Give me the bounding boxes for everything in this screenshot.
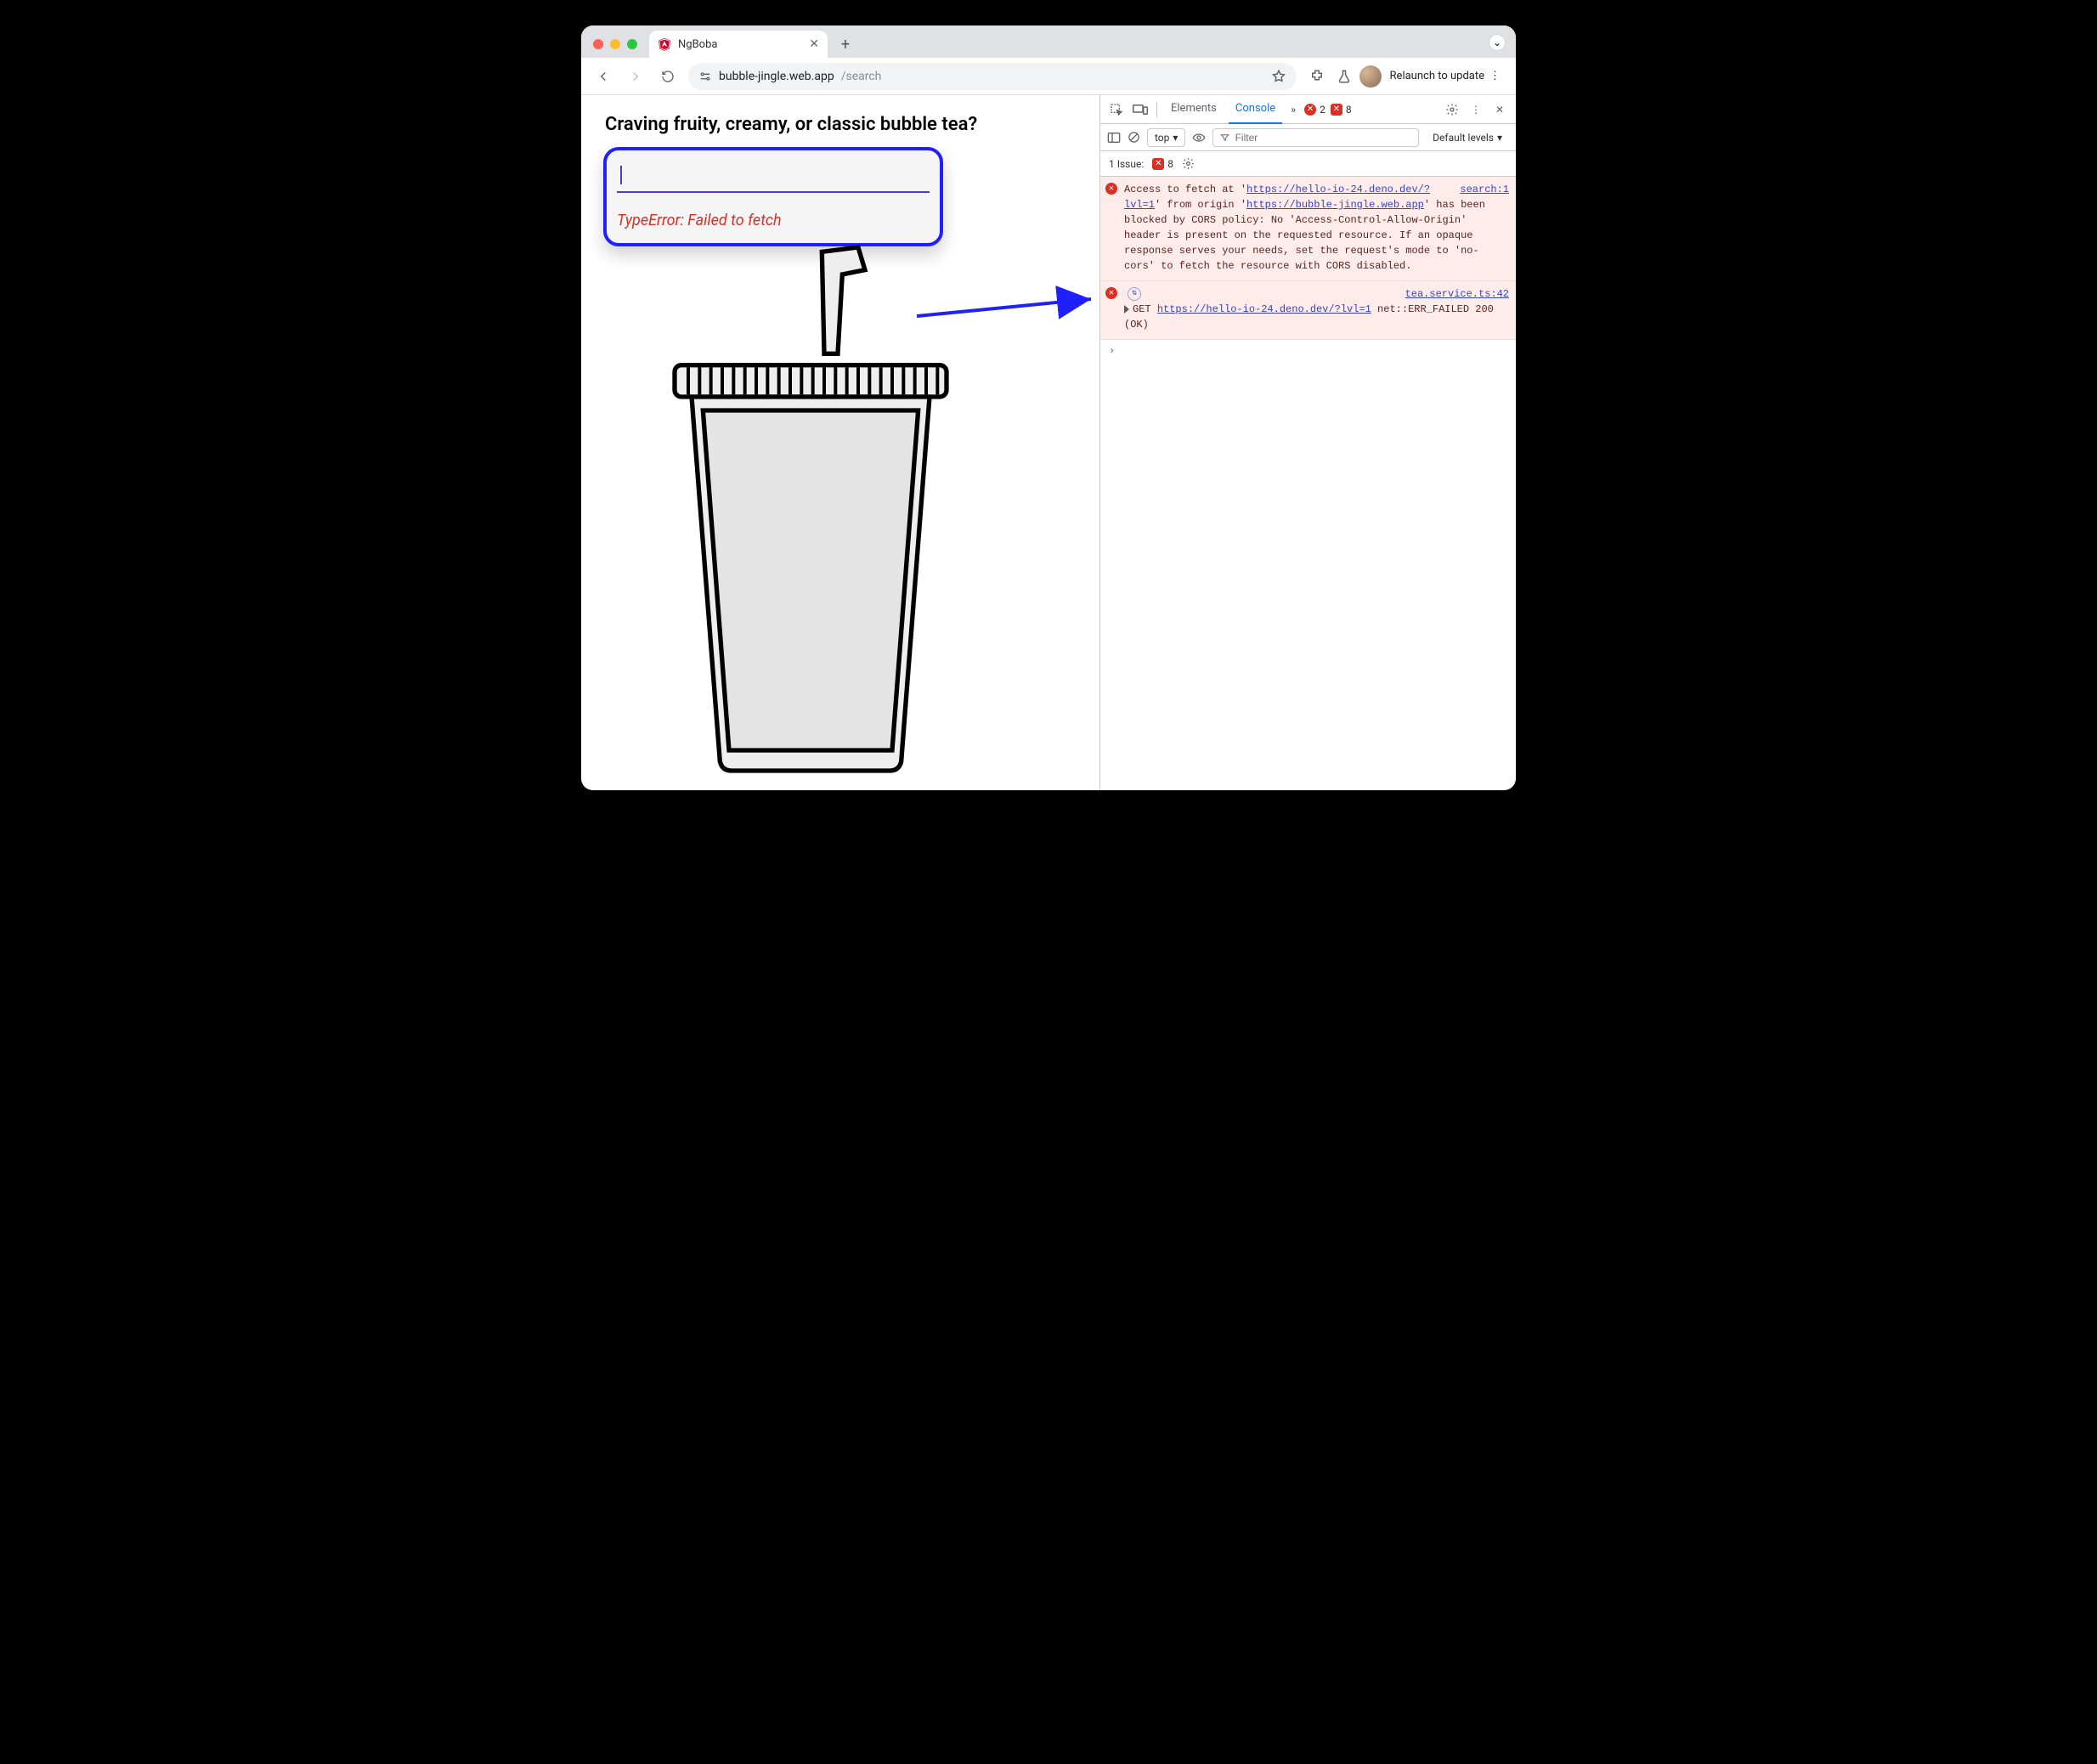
clear-console-icon[interactable]	[1128, 131, 1140, 144]
devtools-kebab-icon[interactable]: ⋮	[1467, 100, 1485, 119]
tab-console[interactable]: Console	[1229, 95, 1282, 124]
console-error-net: ✕ tea.service.ts:42⇅ GET https://hello-i…	[1100, 281, 1516, 340]
address-bar[interactable]: bubble-jingle.web.app/search	[688, 63, 1297, 90]
net-url[interactable]: https://hello-io-24.deno.dev/?lvl=1	[1157, 303, 1371, 315]
boba-cup-illustration	[641, 240, 981, 773]
window-controls	[588, 39, 642, 58]
search-input[interactable]	[617, 159, 930, 193]
device-toggle-icon[interactable]	[1131, 100, 1150, 119]
fetch-error-text: TypeError: Failed to fetch	[617, 212, 930, 229]
url-host: bubble-jingle.web.app	[719, 70, 834, 83]
issues-settings-icon[interactable]	[1182, 157, 1195, 170]
extensions-icon[interactable]	[1305, 65, 1329, 88]
devtools-close-icon[interactable]: ✕	[1490, 100, 1509, 119]
close-window-button[interactable]	[593, 39, 603, 49]
disclosure-triangle-icon[interactable]	[1124, 305, 1129, 314]
error-count-badge[interactable]: ✕2	[1304, 104, 1325, 116]
angular-favicon-icon	[658, 37, 671, 51]
new-tab-button[interactable]: +	[834, 33, 856, 55]
page-heading: Craving fruity, creamy, or classic bubbl…	[605, 114, 1077, 135]
url-path: /search	[841, 70, 882, 83]
issues-label: 1 Issue:	[1109, 158, 1144, 170]
issue-count-badge[interactable]: ✕8	[1331, 104, 1352, 116]
bookmark-star-icon[interactable]	[1271, 69, 1286, 84]
site-settings-icon[interactable]	[698, 70, 712, 83]
browser-toolbar: bubble-jingle.web.app/search Relaunch to…	[581, 58, 1516, 95]
relaunch-label: Relaunch to update	[1390, 70, 1484, 82]
console-prompt[interactable]: ›	[1100, 340, 1516, 362]
console-error-cors: ✕ search:1 Access to fetch at 'https://h…	[1100, 177, 1516, 281]
relaunch-button[interactable]: Relaunch to update ⋮	[1385, 66, 1506, 86]
error-icon: ✕	[1105, 287, 1117, 299]
tab-strip: NgBoba ✕ + ⌄	[581, 25, 1516, 58]
network-badge-icon[interactable]: ⇅	[1128, 287, 1141, 301]
console-toolbar: top▾ Default levels▾	[1100, 124, 1516, 151]
log-levels-selector[interactable]: Default levels▾	[1426, 128, 1509, 147]
console-output: ✕ search:1 Access to fetch at 'https://h…	[1100, 177, 1516, 790]
close-tab-icon[interactable]: ✕	[809, 37, 819, 51]
reload-button[interactable]	[656, 65, 680, 88]
source-link[interactable]: tea.service.ts:42	[1405, 286, 1509, 302]
error-icon: ✕	[1105, 183, 1117, 195]
devtools-panel: Elements Console » ✕2 ✕8 ⋮ ✕	[1099, 95, 1516, 790]
content-area: Craving fruity, creamy, or classic bubbl…	[581, 95, 1516, 790]
text-caret	[620, 166, 622, 184]
issues-count-badge[interactable]: ✕8	[1152, 158, 1173, 170]
context-selector[interactable]: top▾	[1147, 128, 1185, 147]
browser-window: NgBoba ✕ + ⌄ bubble-jingle.web.app/searc…	[581, 25, 1516, 790]
tab-title: NgBoba	[678, 38, 717, 51]
filter-input[interactable]	[1234, 131, 1412, 144]
webpage: Craving fruity, creamy, or classic bubbl…	[581, 95, 1099, 790]
source-link[interactable]: search:1	[1460, 182, 1509, 197]
browser-tab[interactable]: NgBoba ✕	[649, 31, 828, 58]
labs-flask-icon[interactable]	[1332, 65, 1356, 88]
console-sidebar-toggle-icon[interactable]	[1107, 132, 1121, 144]
devtools-settings-icon[interactable]	[1443, 100, 1461, 119]
cors-url-2[interactable]: https://bubble-jingle.web.app	[1246, 199, 1424, 211]
kebab-menu-icon[interactable]: ⋮	[1489, 70, 1501, 82]
toolbar-right: Relaunch to update ⋮	[1305, 65, 1506, 88]
chevron-down-icon: ▾	[1497, 132, 1502, 144]
tabs-overflow-icon[interactable]: »	[1287, 104, 1299, 116]
devtools-tabbar: Elements Console » ✕2 ✕8 ⋮ ✕	[1100, 95, 1516, 124]
inspect-element-icon[interactable]	[1107, 100, 1126, 119]
minimize-window-button[interactable]	[610, 39, 620, 49]
back-button[interactable]	[591, 65, 615, 88]
tab-elements[interactable]: Elements	[1164, 95, 1224, 124]
zoom-window-button[interactable]	[627, 39, 637, 49]
separator	[1156, 102, 1157, 117]
filter-icon	[1220, 133, 1229, 143]
search-card: TypeError: Failed to fetch	[603, 147, 943, 246]
chevron-down-icon: ▾	[1173, 132, 1178, 144]
live-expression-icon[interactable]	[1192, 131, 1206, 144]
window-menu-chevron-icon[interactable]: ⌄	[1489, 34, 1506, 51]
profile-avatar[interactable]	[1359, 65, 1382, 88]
console-filter[interactable]	[1212, 128, 1419, 147]
issues-bar: 1 Issue: ✕8	[1100, 151, 1516, 177]
forward-button[interactable]	[624, 65, 647, 88]
